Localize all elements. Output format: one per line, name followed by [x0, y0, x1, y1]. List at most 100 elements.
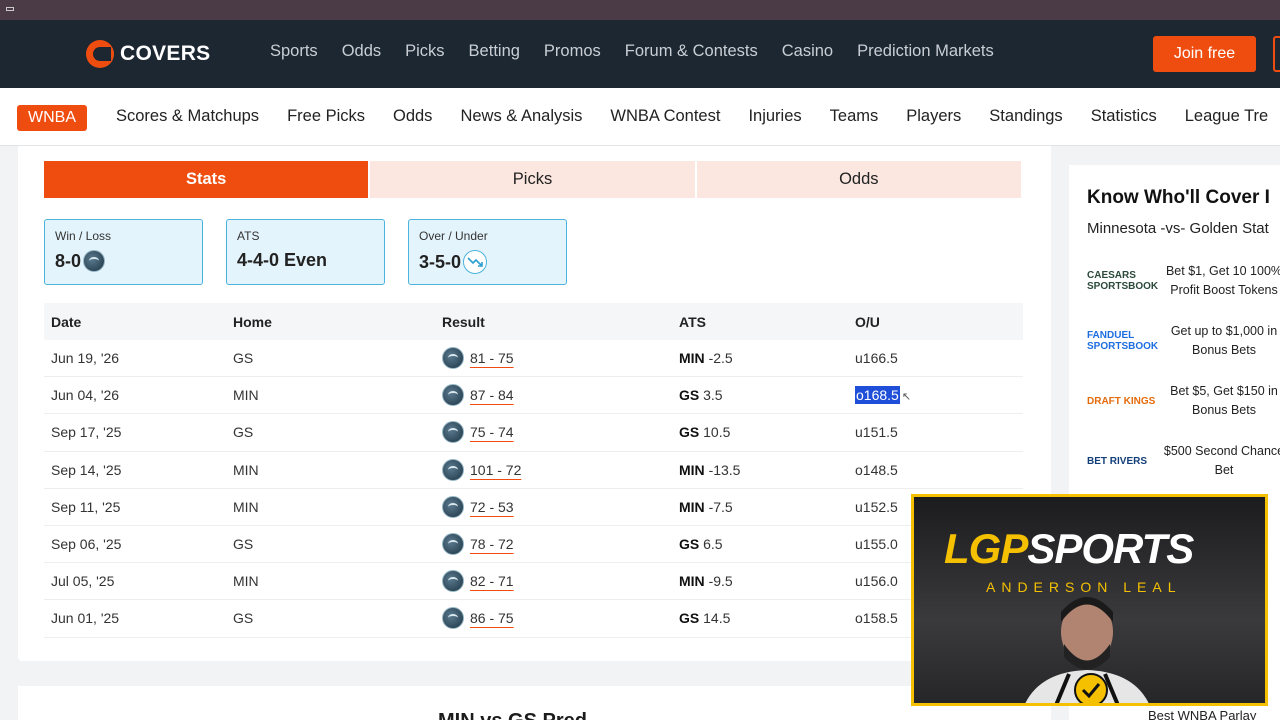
table-row: Jun 19, '26 GS 81 - 75 MIN -2.5 u166.5	[44, 340, 1023, 378]
login-button[interactable]	[1273, 36, 1280, 72]
result-link[interactable]: 101 - 72	[470, 462, 521, 478]
ats-line: 3.5	[703, 387, 723, 404]
nav-picks[interactable]: Picks	[405, 42, 444, 61]
lgp-sports-logo: LGPSPORTS	[944, 525, 1194, 573]
offer-text: Bet $5, Get $150 in Bonus Bets	[1170, 384, 1278, 417]
cell-ats: GS 10.5	[679, 424, 855, 440]
cell-result: 75 - 74	[442, 421, 679, 444]
ats-team: MIN	[679, 350, 705, 367]
logo-text: COVERS	[120, 42, 211, 65]
team-logo-icon	[442, 421, 464, 444]
sidebar-article-link[interactable]: Best WNBA Parlay	[1148, 708, 1256, 720]
table-row: Jun 04, '26 MIN 87 - 84 GS 3.5 o168.5 ↖	[44, 377, 1023, 415]
sidebar-title: Know Who'll Cover I	[1087, 187, 1270, 208]
over-under-box: Over / Under 3-5-0	[408, 219, 567, 285]
nav-casino[interactable]: Casino	[782, 42, 833, 61]
offer-draftkings[interactable]: DRAFT KINGS Bet $5, Get $150 in Bonus Be…	[1087, 379, 1280, 423]
league-subnav: WNBA Scores & Matchups Free Picks Odds N…	[0, 88, 1280, 146]
subnav-scores-matchups[interactable]: Scores & Matchups	[116, 107, 259, 126]
brand-lgp: LGP	[944, 525, 1028, 572]
result-link[interactable]: 72 - 53	[470, 499, 514, 515]
cell-ats: GS 14.5	[679, 610, 855, 626]
ou-value: u152.5	[855, 498, 898, 515]
table-row: Sep 14, '25 MIN 101 - 72 MIN -13.5 o148.5	[44, 452, 1023, 489]
win-loss-box: Win / Loss 8-0	[44, 219, 203, 285]
ats-line: -2.5	[708, 350, 733, 367]
trend-down-icon	[463, 250, 488, 274]
result-link[interactable]: 78 - 72	[470, 536, 514, 552]
nav-prediction-markets[interactable]: Prediction Markets	[857, 42, 994, 61]
ats-value: 4-4-0 Even	[237, 250, 328, 270]
ats-line: 14.5	[703, 610, 731, 627]
table-body: Jun 19, '26 GS 81 - 75 MIN -2.5 u166.5 Jun 04…	[44, 340, 1023, 638]
prediction-card: MIN vs GS Pred	[18, 686, 1051, 720]
result-link[interactable]: 82 - 71	[470, 573, 514, 589]
cell-home: MIN	[233, 461, 259, 478]
webcam-overlay: LGPSPORTS ANDERSON LEAL	[911, 494, 1268, 706]
table-row: Sep 11, '25 MIN 72 - 53 MIN -7.5 u152.5	[44, 489, 1023, 526]
ats-box: ATS 4-4-0 Even	[226, 219, 385, 285]
subnav-odds[interactable]: Odds	[393, 107, 432, 126]
mouse-cursor-icon: ↖	[901, 391, 912, 404]
subnav-injuries[interactable]: Injuries	[748, 107, 801, 126]
cell-home: GS	[233, 610, 254, 627]
nav-betting[interactable]: Betting	[469, 42, 520, 61]
tab-odds[interactable]: Odds	[696, 161, 1021, 198]
tab-picks[interactable]: Picks	[370, 161, 695, 198]
cell-result: 81 - 75	[442, 347, 679, 370]
sidebar-matchup: Minnesota -vs- Golden Stat	[1087, 220, 1269, 237]
cell-date: Jun 19, '26	[51, 350, 120, 367]
result-link[interactable]: 75 - 74	[470, 424, 514, 440]
header-ou: O/U	[855, 313, 880, 330]
offer-betrivers[interactable]: BET RIVERS $500 Second Chance Bet	[1087, 439, 1280, 483]
result-link[interactable]: 81 - 75	[470, 350, 514, 366]
team-logo-icon	[442, 495, 464, 518]
offer-caesars[interactable]: CAESARS SPORTSBOOK Bet $1, Get 10 100% P…	[1087, 259, 1280, 303]
nav-promos[interactable]: Promos	[544, 42, 601, 61]
team-logo-icon	[442, 458, 464, 481]
subnav-news-analysis[interactable]: News & Analysis	[460, 107, 582, 126]
subnav-wnba-contest[interactable]: WNBA Contest	[610, 107, 720, 126]
main-nav: Sports Odds Picks Betting Promos Forum &…	[270, 42, 994, 61]
cell-result: 86 - 75	[442, 607, 679, 630]
covers-logo[interactable]: COVERS	[86, 40, 211, 68]
cell-date: Sep 11, '25	[51, 498, 121, 515]
subnav-free-picks[interactable]: Free Picks	[287, 107, 365, 126]
offer-text: $500 Second Chance Bet	[1163, 444, 1280, 477]
league-badge[interactable]: WNBA	[17, 105, 87, 131]
nav-sports[interactable]: Sports	[270, 42, 318, 61]
tab-stats[interactable]: Stats	[44, 161, 369, 198]
ou-value: u151.5	[855, 424, 898, 441]
join-free-button[interactable]: Join free	[1153, 36, 1256, 72]
card-tabs: Stats Picks Odds	[44, 161, 1021, 198]
nav-odds[interactable]: Odds	[342, 42, 381, 61]
ats-team: MIN	[679, 461, 705, 478]
cell-home: GS	[233, 424, 254, 441]
result-link[interactable]: 86 - 75	[470, 610, 514, 626]
win-loss-value: 8-0	[55, 250, 82, 271]
ou-value: u166.5	[855, 350, 898, 367]
result-link[interactable]: 87 - 84	[470, 387, 514, 403]
subnav-standings[interactable]: Standings	[989, 107, 1062, 126]
cell-ats: MIN -2.5	[679, 350, 855, 366]
ats-line: -13.5	[708, 461, 741, 478]
team-logo-icon	[83, 250, 106, 272]
cell-result: 87 - 84	[442, 384, 679, 407]
table-header: Date Home Result ATS O/U	[44, 303, 1023, 340]
subnav-players[interactable]: Players	[906, 107, 961, 126]
subnav-statistics[interactable]: Statistics	[1091, 107, 1157, 126]
team-logo-icon	[442, 607, 464, 630]
subnav-league-trends[interactable]: League Tre	[1185, 107, 1268, 126]
offer-fanduel[interactable]: FANDUEL SPORTSBOOK Get up to $1,000 in B…	[1087, 319, 1280, 363]
subnav-teams[interactable]: Teams	[830, 107, 879, 126]
cell-result: 72 - 53	[442, 495, 679, 518]
ou-value: o168.5	[855, 386, 900, 405]
win-loss-label: Win / Loss	[55, 229, 112, 243]
offer-text: Get up to $1,000 in Bonus Bets	[1170, 324, 1278, 357]
ats-team: MIN	[679, 573, 705, 590]
header-date: Date	[51, 313, 82, 330]
nav-forum-contests[interactable]: Forum & Contests	[625, 42, 758, 61]
header-ats: ATS	[679, 313, 706, 330]
cell-ou: o148.5	[855, 462, 1023, 478]
ats-line: 10.5	[703, 424, 731, 441]
